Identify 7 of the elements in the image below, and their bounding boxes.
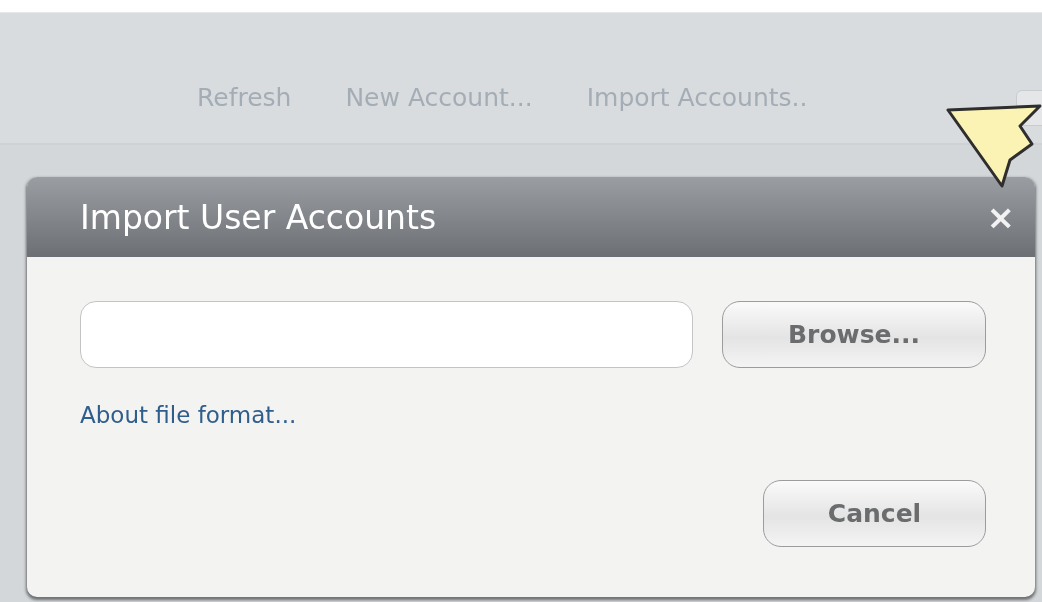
pointer-arrow-icon [946, 104, 1042, 188]
file-path-field[interactable] [80, 301, 693, 368]
cancel-button[interactable]: Cancel [763, 480, 986, 547]
browse-button[interactable]: Browse... [722, 301, 986, 368]
about-file-format-link[interactable]: About file format... [80, 402, 297, 428]
close-button[interactable]: × [986, 200, 1015, 234]
dialog-title: Import User Accounts [80, 197, 437, 237]
